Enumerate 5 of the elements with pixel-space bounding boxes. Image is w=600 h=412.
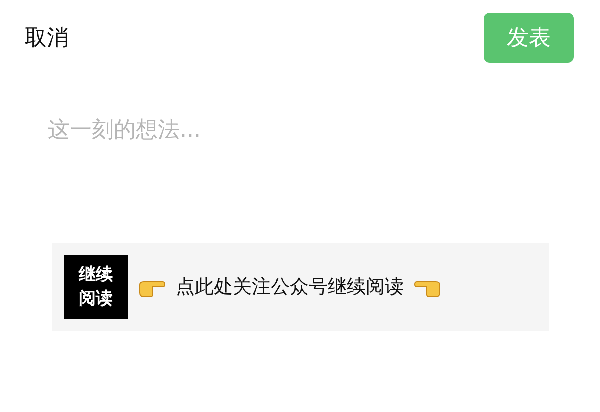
follow-banner[interactable]: 继续 阅读 点此处关注公众号继续阅读: [52, 243, 549, 331]
banner-text: 点此处关注公众号继续阅读: [176, 275, 404, 300]
cancel-button[interactable]: 取消: [25, 23, 69, 53]
continue-reading-badge: 继续 阅读: [64, 255, 128, 319]
input-field[interactable]: 这一刻的想法...: [48, 115, 548, 205]
